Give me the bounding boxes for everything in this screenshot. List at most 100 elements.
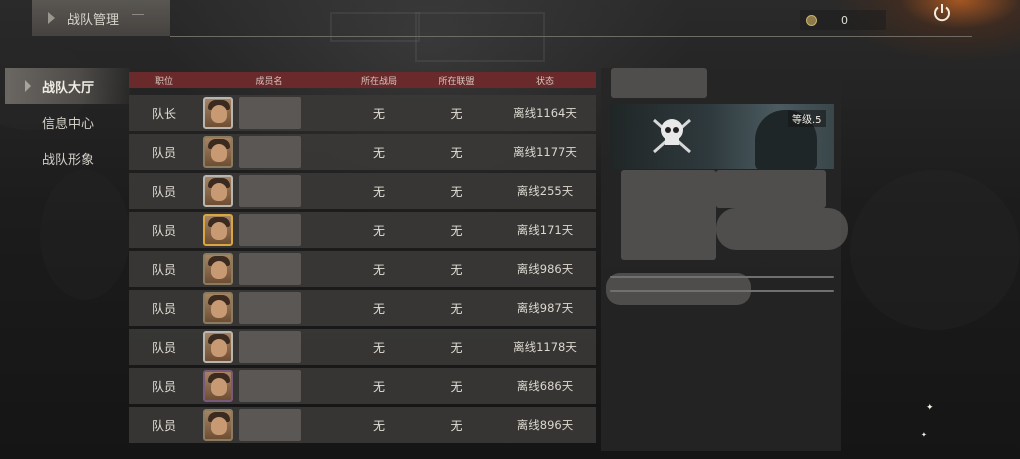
redacted-member-name (239, 292, 301, 324)
member-status: 离线171天 (516, 223, 574, 237)
redacted-member-name (239, 214, 301, 246)
members-table: 职位 成员名 所在战局 所在联盟 状态 队长无无离线1164天 队员无无离线117… (129, 72, 596, 443)
member-union: 无 (450, 262, 463, 277)
member-union: 无 (450, 223, 463, 238)
avatar[interactable] (203, 253, 233, 285)
divider (610, 290, 834, 292)
member-union: 无 (450, 145, 463, 160)
member-status: 离线987天 (516, 301, 574, 315)
avatar[interactable] (203, 214, 233, 246)
table-row[interactable]: 队员 无 无 离线1178天 (129, 329, 596, 365)
member-name-cell (199, 407, 339, 443)
member-role: 队员 (151, 145, 176, 160)
member-name-cell (199, 368, 339, 404)
member-name-cell (199, 290, 339, 326)
member-role: 队员 (151, 184, 176, 199)
column-header-role: 职位 (154, 76, 173, 87)
member-zone: 无 (372, 301, 385, 316)
member-status: 离线255天 (516, 184, 574, 198)
member-zone: 无 (372, 379, 385, 394)
currency-value: 0 (841, 13, 848, 27)
member-union: 无 (450, 340, 463, 355)
redacted-block (611, 68, 707, 98)
redacted-member-name (239, 370, 301, 402)
member-name-cell (199, 95, 339, 131)
tab-divider (132, 14, 144, 15)
table-row[interactable]: 队员 无 无 离线986天 (129, 251, 596, 287)
member-zone: 无 (372, 223, 385, 238)
member-role: 队员 (151, 301, 176, 316)
column-header-name: 成员名 (255, 76, 283, 87)
avatar[interactable] (203, 292, 233, 324)
avatar[interactable] (203, 331, 233, 363)
sidebar-item-team-image[interactable]: 战队形象 (5, 140, 130, 176)
currency-display: 0 (800, 10, 886, 30)
redacted-member-name (239, 409, 301, 441)
member-zone: 无 (372, 184, 385, 199)
member-union: 无 (450, 184, 463, 199)
sidebar-item-label: 战队形象 (42, 152, 95, 168)
sidebar-item-label: 战队大厅 (42, 80, 95, 96)
table-row[interactable]: 队员 无 无 离线1177天 (129, 134, 596, 170)
member-status: 离线986天 (516, 262, 574, 276)
member-name-cell (199, 173, 339, 209)
table-row[interactable]: 队员 无 无 离线987天 (129, 290, 596, 326)
team-banner: 等级.5 (610, 104, 834, 169)
divider (610, 276, 834, 278)
member-union: 无 (450, 379, 463, 394)
redacted-member-name (239, 253, 301, 285)
sidebar-item-team-hall[interactable]: 战队大厅 (5, 68, 130, 104)
sidebar: 战队大厅 信息中心 战队形象 (5, 68, 130, 176)
coin-icon (806, 14, 817, 26)
redacted-block (716, 170, 826, 208)
member-union: 无 (450, 301, 463, 316)
team-level-badge: 等级.5 (788, 110, 826, 127)
member-role: 队长 (151, 106, 176, 121)
table-row[interactable]: 队长 无 无 离线1164天 (129, 95, 596, 131)
member-role: 队员 (151, 262, 176, 277)
member-role: 队员 (151, 418, 176, 433)
member-zone: 无 (372, 262, 385, 277)
sidebar-item-label: 信息中心 (42, 116, 95, 132)
member-status: 离线686天 (516, 379, 574, 393)
member-status: 离线1178天 (513, 340, 577, 354)
avatar[interactable] (203, 370, 233, 402)
member-name-cell (199, 212, 339, 248)
redacted-member-name (239, 175, 301, 207)
sparkle-icon: ✦ (926, 403, 934, 413)
power-button[interactable] (928, 0, 956, 26)
table-header: 职位 成员名 所在战局 所在联盟 状态 (129, 72, 596, 88)
column-header-status: 状态 (535, 76, 554, 87)
sidebar-item-info-center[interactable]: 信息中心 (5, 104, 130, 140)
member-zone: 无 (372, 106, 385, 121)
member-union: 无 (450, 418, 463, 433)
redacted-member-name (239, 136, 301, 168)
table-row[interactable]: 队员 无 无 离线896天 (129, 407, 596, 443)
member-status: 离线896天 (516, 418, 574, 432)
column-header-zone: 所在战局 (360, 76, 397, 87)
member-status: 离线1177天 (513, 145, 577, 159)
member-name-cell (199, 329, 339, 365)
member-role: 队员 (151, 340, 176, 355)
avatar[interactable] (203, 97, 233, 129)
member-zone: 无 (372, 418, 385, 433)
page-title-tab: 战队管理 (32, 0, 170, 36)
table-row[interactable]: 队员 无 无 离线255天 (129, 173, 596, 209)
member-name-cell (199, 251, 339, 287)
member-zone: 无 (372, 340, 385, 355)
redacted-block (621, 170, 716, 260)
skull-emblem-icon (653, 118, 691, 154)
avatar[interactable] (203, 136, 233, 168)
redacted-block (716, 208, 848, 250)
member-role: 队员 (151, 379, 176, 394)
chevron-right-icon (48, 12, 55, 24)
header-divider (170, 36, 972, 37)
redacted-member-name (239, 331, 301, 363)
table-row[interactable]: 队员 无 无 离线171天 (129, 212, 596, 248)
member-union: 无 (450, 106, 463, 121)
member-role: 队员 (151, 223, 176, 238)
avatar[interactable] (203, 409, 233, 441)
avatar[interactable] (203, 175, 233, 207)
table-row[interactable]: 队员 无 无 离线686天 (129, 368, 596, 404)
page-title: 战队管理 (67, 12, 120, 28)
